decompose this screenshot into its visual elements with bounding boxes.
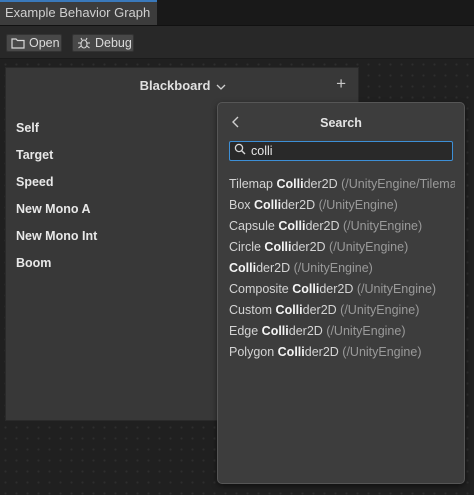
search-popup: Search Tilemap Collider2D (/UnityEngine/… [217,102,465,484]
result-match: Colli [275,303,303,317]
result-suffix: der2D [256,261,291,275]
blackboard-variable[interactable]: Target [16,148,53,162]
blackboard-variable[interactable]: Self [16,121,39,135]
result-match: Colli [229,261,257,275]
result-match: Colli [264,240,292,254]
result-prefix: Circle [229,240,265,254]
search-input[interactable] [251,144,441,158]
open-label: Open [29,36,60,50]
blackboard-title: Blackboard [139,78,211,93]
result-match: Colli [278,219,306,233]
folder-icon [11,37,25,49]
search-result-item[interactable]: Composite Collider2D (/UnityEngine) [229,282,455,296]
result-namespace: (/UnityEngine) [326,324,406,338]
result-prefix: Edge [229,324,262,338]
result-prefix: Tilemap [229,177,277,191]
debug-label: Debug [95,36,132,50]
search-result-item[interactable]: Polygon Collider2D (/UnityEngine) [229,345,455,359]
search-icon [234,142,246,160]
blackboard-variable[interactable]: New Mono Int [16,229,97,243]
result-match: Colli [277,345,305,359]
blackboard-header[interactable]: Blackboard [6,78,360,93]
result-namespace: (/UnityEngine) [329,240,409,254]
result-match: Colli [276,177,304,191]
bug-icon [77,36,91,50]
result-suffix: der2D [291,240,326,254]
open-button[interactable]: Open [6,34,62,52]
result-suffix: der2D [302,303,337,317]
blackboard-variable[interactable]: New Mono A [16,202,91,216]
tab-graph[interactable]: Example Behavior Graph [0,0,157,25]
result-suffix: der2D [288,324,323,338]
result-namespace: (/UnityEngine) [318,198,398,212]
search-title: Search [320,116,362,130]
result-namespace: (/UnityEngine/Tilema... [341,177,455,191]
result-match: Colli [254,198,282,212]
chevron-down-icon [216,78,226,93]
result-namespace: (/UnityEngine) [340,303,420,317]
result-suffix: der2D [303,177,338,191]
result-namespace: (/UnityEngine) [356,282,437,296]
search-field[interactable] [229,141,453,161]
result-suffix: der2D [281,198,316,212]
toolbar: Open Debug [0,26,474,59]
result-suffix: der2D [304,345,339,359]
search-result-item[interactable]: Custom Collider2D (/UnityEngine) [229,303,455,317]
result-prefix: Custom [229,303,276,317]
blackboard-variable[interactable]: Boom [16,256,51,270]
search-result-item[interactable]: Edge Collider2D (/UnityEngine) [229,324,455,338]
result-match: Colli [261,324,289,338]
search-result-item[interactable]: Tilemap Collider2D (/UnityEngine/Tilema.… [229,177,455,191]
search-result-item[interactable]: Capsule Collider2D (/UnityEngine) [229,219,455,233]
debug-button[interactable]: Debug [72,34,134,52]
tab-bar: Example Behavior Graph [0,0,474,26]
result-match: Colli [292,282,320,296]
add-variable-button[interactable]: + [336,74,346,94]
search-result-item[interactable]: Collider2D (/UnityEngine) [229,261,455,275]
result-namespace: (/UnityEngine) [342,219,423,233]
result-suffix: der2D [319,282,354,296]
result-namespace: (/UnityEngine) [293,261,373,275]
result-prefix: Composite [229,282,293,296]
blackboard-variable[interactable]: Speed [16,175,54,189]
result-prefix: Polygon [229,345,278,359]
result-namespace: (/UnityEngine) [342,345,422,359]
search-result-item[interactable]: Circle Collider2D (/UnityEngine) [229,240,455,254]
result-suffix: der2D [305,219,340,233]
search-result-item[interactable]: Box Collider2D (/UnityEngine) [229,198,455,212]
result-prefix: Capsule [229,219,279,233]
result-prefix: Box [229,198,255,212]
